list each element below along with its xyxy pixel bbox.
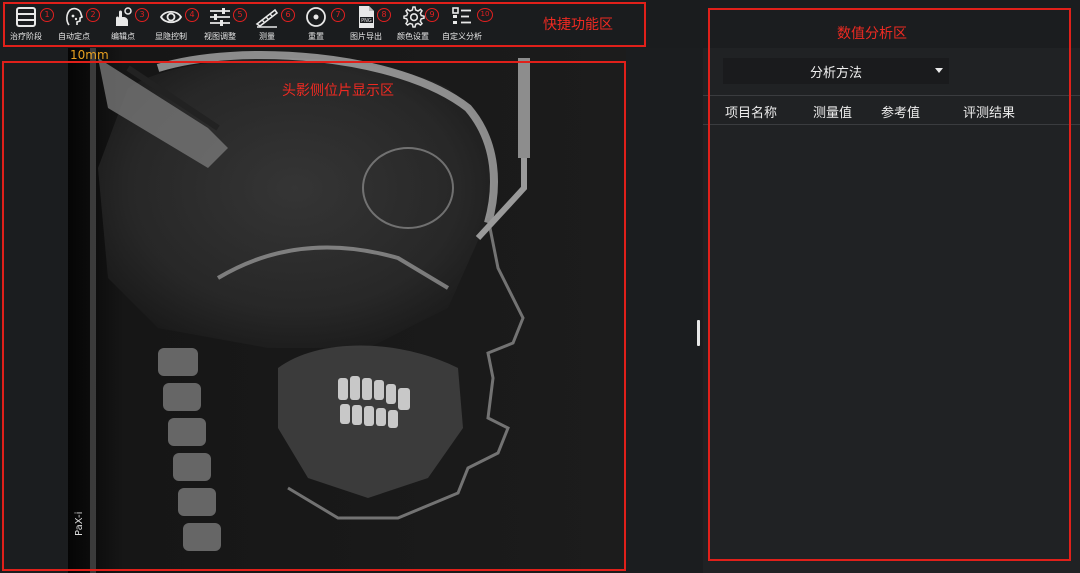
cephalometric-xray-image[interactable] bbox=[68, 48, 626, 573]
annotation-number: 2 bbox=[86, 8, 100, 22]
annotation-number: 3 bbox=[135, 8, 149, 22]
image-area-annotation: 头影侧位片显示区 bbox=[282, 83, 394, 99]
toolbar-area-annotation: 快捷功能区 bbox=[543, 17, 613, 33]
toolbar: 治疗阶段 1 自动定点 2 编辑点 3 显隐控制 4 视图调整 5 测量 6 重… bbox=[0, 0, 700, 48]
image-viewer[interactable]: 10mm PaX-i 头影侧位片显示区 bbox=[0, 48, 700, 573]
tool-label: 图片导出 bbox=[350, 32, 382, 41]
annotation-number: 9 bbox=[425, 8, 439, 22]
gear-icon bbox=[400, 4, 426, 30]
scale-label: 10mm bbox=[70, 48, 109, 62]
panel-splitter-handle[interactable] bbox=[697, 320, 700, 346]
png-export-icon: PNG bbox=[353, 4, 379, 30]
column-header-reference-value: 参考值 bbox=[881, 106, 921, 121]
tool-label: 编辑点 bbox=[111, 32, 135, 41]
caret-down-icon bbox=[935, 68, 943, 73]
face-scan-icon bbox=[61, 4, 87, 30]
tool-label: 颜色设置 bbox=[397, 32, 429, 41]
divider bbox=[703, 95, 1080, 96]
tool-label: 自定义分析 bbox=[442, 32, 482, 41]
tool-label: 测量 bbox=[259, 32, 275, 41]
analysis-method-label: 分析方法 bbox=[809, 65, 862, 81]
tool-label: 治疗阶段 bbox=[10, 32, 42, 41]
eye-icon bbox=[158, 4, 184, 30]
tool-label: 显隐控制 bbox=[155, 32, 187, 41]
column-header-evaluation-result: 评测结果 bbox=[963, 106, 1016, 121]
sliders-icon bbox=[207, 4, 233, 30]
tool-label: 自动定点 bbox=[58, 32, 90, 41]
analysis-results-table-body bbox=[703, 125, 1080, 565]
ruler-icon bbox=[254, 4, 280, 30]
custom-list-icon bbox=[449, 4, 475, 30]
device-label: PaX-i bbox=[74, 511, 85, 536]
analysis-area-annotation: 数值分析区 bbox=[837, 26, 907, 42]
svg-text:PNG: PNG bbox=[361, 18, 372, 24]
list-icon bbox=[13, 4, 39, 30]
tool-label: 视图调整 bbox=[204, 32, 236, 41]
app-window: 治疗阶段 1 自动定点 2 编辑点 3 显隐控制 4 视图调整 5 测量 6 重… bbox=[0, 0, 1080, 573]
tool-label: 重置 bbox=[308, 32, 324, 41]
hand-edit-icon bbox=[110, 4, 136, 30]
annotation-number: 10 bbox=[477, 8, 493, 22]
column-header-item-name: 项目名称 bbox=[725, 106, 778, 121]
annotation-number: 8 bbox=[377, 8, 391, 22]
analysis-panel: 数值分析区 分析方法 项目名称 测量值 参考值 评测结果 bbox=[703, 0, 1080, 573]
analysis-method-select[interactable]: 分析方法 bbox=[723, 58, 949, 84]
reset-icon bbox=[303, 4, 329, 30]
column-header-measured-value: 测量值 bbox=[813, 106, 853, 121]
